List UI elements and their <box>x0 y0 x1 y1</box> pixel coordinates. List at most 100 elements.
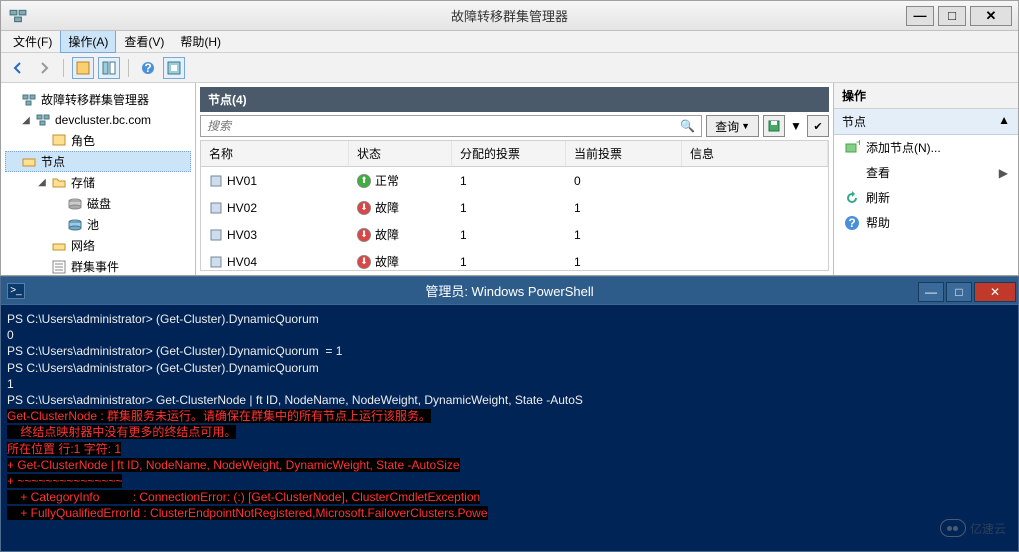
expand-icon[interactable]: ◢ <box>21 115 31 126</box>
tree-nodes-label: 节点 <box>41 153 65 170</box>
action-view-label: 查看 <box>866 164 890 181</box>
status-icon: ⬇ <box>357 201 371 215</box>
menu-file[interactable]: 文件(F) <box>5 30 60 53</box>
assigned-vote: 1 <box>452 172 566 190</box>
table-row[interactable]: HV04 ⬇ 故障 11 <box>201 248 828 271</box>
tree-nodes[interactable]: 节点 <box>5 151 191 172</box>
actions-title: 操作 <box>834 83 1018 109</box>
ps-error-line: Get-ClusterNode : 群集服务未运行。请确保在群集中的所有节点上运… <box>7 408 1012 424</box>
save-dropdown[interactable] <box>763 115 785 137</box>
help-button[interactable]: ? <box>137 57 159 79</box>
back-button[interactable] <box>7 57 29 79</box>
view-icon <box>844 165 860 181</box>
expand-dropdown[interactable]: ✔ <box>807 115 829 137</box>
disk-icon <box>67 196 83 212</box>
assigned-vote: 1 <box>452 199 566 217</box>
forward-button[interactable] <box>33 57 55 79</box>
tree-events-label: 群集事件 <box>71 258 119 275</box>
col-info[interactable]: 信息 <box>682 141 828 166</box>
minimize-button[interactable]: — <box>906 6 934 26</box>
tree-events[interactable]: 群集事件 <box>5 256 191 275</box>
menu-view[interactable]: 查看(V) <box>116 30 172 53</box>
status-icon: ⬇ <box>357 228 371 242</box>
table-row[interactable]: HV01⬆正常10 <box>201 167 828 194</box>
query-button[interactable]: 查询▼ <box>706 115 759 137</box>
tree-disks[interactable]: 磁盘 <box>5 193 191 214</box>
info-cell <box>682 206 828 210</box>
node-name: HV01 <box>227 174 257 188</box>
tree-storage[interactable]: ◢ 存储 <box>5 172 191 193</box>
close-button[interactable]: ✕ <box>970 6 1012 26</box>
expand-icon[interactable]: ◢ <box>37 177 47 188</box>
tree-roles-label: 角色 <box>71 132 95 149</box>
folder-icon <box>51 175 67 191</box>
ps-line: PS C:\Users\administrator> Get-ClusterNo… <box>7 392 1012 408</box>
table-row[interactable]: HV02⬇故障11 <box>201 194 828 221</box>
refresh-icon <box>844 190 860 206</box>
nodes-grid: 名称 状态 分配的投票 当前投票 信息 HV01⬆正常10HV02⬇故障11HV… <box>200 140 829 271</box>
watermark-icon <box>940 519 966 537</box>
status-icon: ⬇ <box>357 255 371 269</box>
network-icon <box>51 238 67 254</box>
action-help-label: 帮助 <box>866 214 890 231</box>
ps-console[interactable]: PS C:\Users\administrator> (Get-Cluster)… <box>1 305 1018 551</box>
tree-cluster[interactable]: ◢ devcluster.bc.com <box>5 110 191 130</box>
chevron-right-icon: ▶ <box>999 166 1008 180</box>
col-name[interactable]: 名称 <box>201 141 349 166</box>
tree-networks-label: 网络 <box>71 237 95 254</box>
action-help[interactable]: ? 帮助 <box>834 210 1018 235</box>
add-node-icon: + <box>844 140 860 156</box>
tree-pools[interactable]: 池 <box>5 214 191 235</box>
ps-window-buttons: — □ ✕ <box>918 280 1018 302</box>
ps-close-button[interactable]: ✕ <box>974 282 1016 302</box>
query-button-label: 查询 <box>715 118 739 135</box>
action-add-node-label: 添加节点(N)... <box>866 139 941 156</box>
ps-error-line: 终结点映射器中没有更多的终结点可用。 <box>7 424 1012 440</box>
collapse-icon[interactable]: ▲ <box>998 113 1010 130</box>
toolbar-btn2[interactable] <box>98 57 120 79</box>
actions-pane: 操作 节点 ▲ + 添加节点(N)... 查看 ▶ 刷新 ? 帮助 <box>833 83 1018 275</box>
main-area: 故障转移群集管理器 ◢ devcluster.bc.com 角色 节点 ◢ 存储 <box>1 83 1018 275</box>
table-row[interactable]: HV03⬇故障11 <box>201 221 828 248</box>
ps-minimize-button[interactable]: — <box>918 282 944 302</box>
tree-networks[interactable]: 网络 <box>5 235 191 256</box>
roles-icon <box>51 133 67 149</box>
maximize-button[interactable]: □ <box>938 6 966 26</box>
events-icon <box>51 259 67 275</box>
tree-disks-label: 磁盘 <box>87 195 111 212</box>
action-refresh[interactable]: 刷新 <box>834 185 1018 210</box>
help-icon: ? <box>844 215 860 231</box>
col-status[interactable]: 状态 <box>349 141 452 166</box>
window-title: 故障转移群集管理器 <box>451 6 568 25</box>
cluster-icon <box>9 7 27 25</box>
toolbar-btn1[interactable] <box>72 57 94 79</box>
menu-help[interactable]: 帮助(H) <box>172 30 229 53</box>
action-add-node[interactable]: + 添加节点(N)... <box>834 135 1018 160</box>
ps-line: PS C:\Users\administrator> (Get-Cluster)… <box>7 343 1012 359</box>
node-name: HV04 <box>227 255 257 269</box>
col-current-vote[interactable]: 当前投票 <box>566 141 682 166</box>
ps-error-line: 所在位置 行:1 字符: 1 <box>7 441 1012 457</box>
powershell-icon: >_ <box>7 283 25 299</box>
action-view[interactable]: 查看 ▶ <box>834 160 1018 185</box>
menu-action[interactable]: 操作(A) <box>60 30 116 53</box>
assigned-vote: 1 <box>452 253 566 271</box>
status-text: 故障 <box>375 253 399 270</box>
toolbar-separator <box>63 59 64 77</box>
search-input[interactable] <box>207 119 680 133</box>
actions-section[interactable]: 节点 ▲ <box>834 109 1018 135</box>
cluster-icon <box>35 112 51 128</box>
tree-root[interactable]: 故障转移群集管理器 <box>5 89 191 110</box>
ps-line: 0 <box>7 327 1012 343</box>
current-vote: 1 <box>566 253 682 271</box>
status-text: 正常 <box>375 172 399 189</box>
status-icon: ⬆ <box>357 174 371 188</box>
ps-maximize-button[interactable]: □ <box>946 282 972 302</box>
tree-roles[interactable]: 角色 <box>5 130 191 151</box>
ps-line: PS C:\Users\administrator> (Get-Cluster)… <box>7 360 1012 376</box>
search-box[interactable]: 🔍 <box>200 115 702 137</box>
save-dropdown-arrow[interactable]: ▼ <box>789 115 803 137</box>
col-assigned-vote[interactable]: 分配的投票 <box>452 141 566 166</box>
cluster-manager-window: 故障转移群集管理器 — □ ✕ 文件(F) 操作(A) 查看(V) 帮助(H) … <box>0 0 1019 276</box>
toolbar-btn3[interactable] <box>163 57 185 79</box>
